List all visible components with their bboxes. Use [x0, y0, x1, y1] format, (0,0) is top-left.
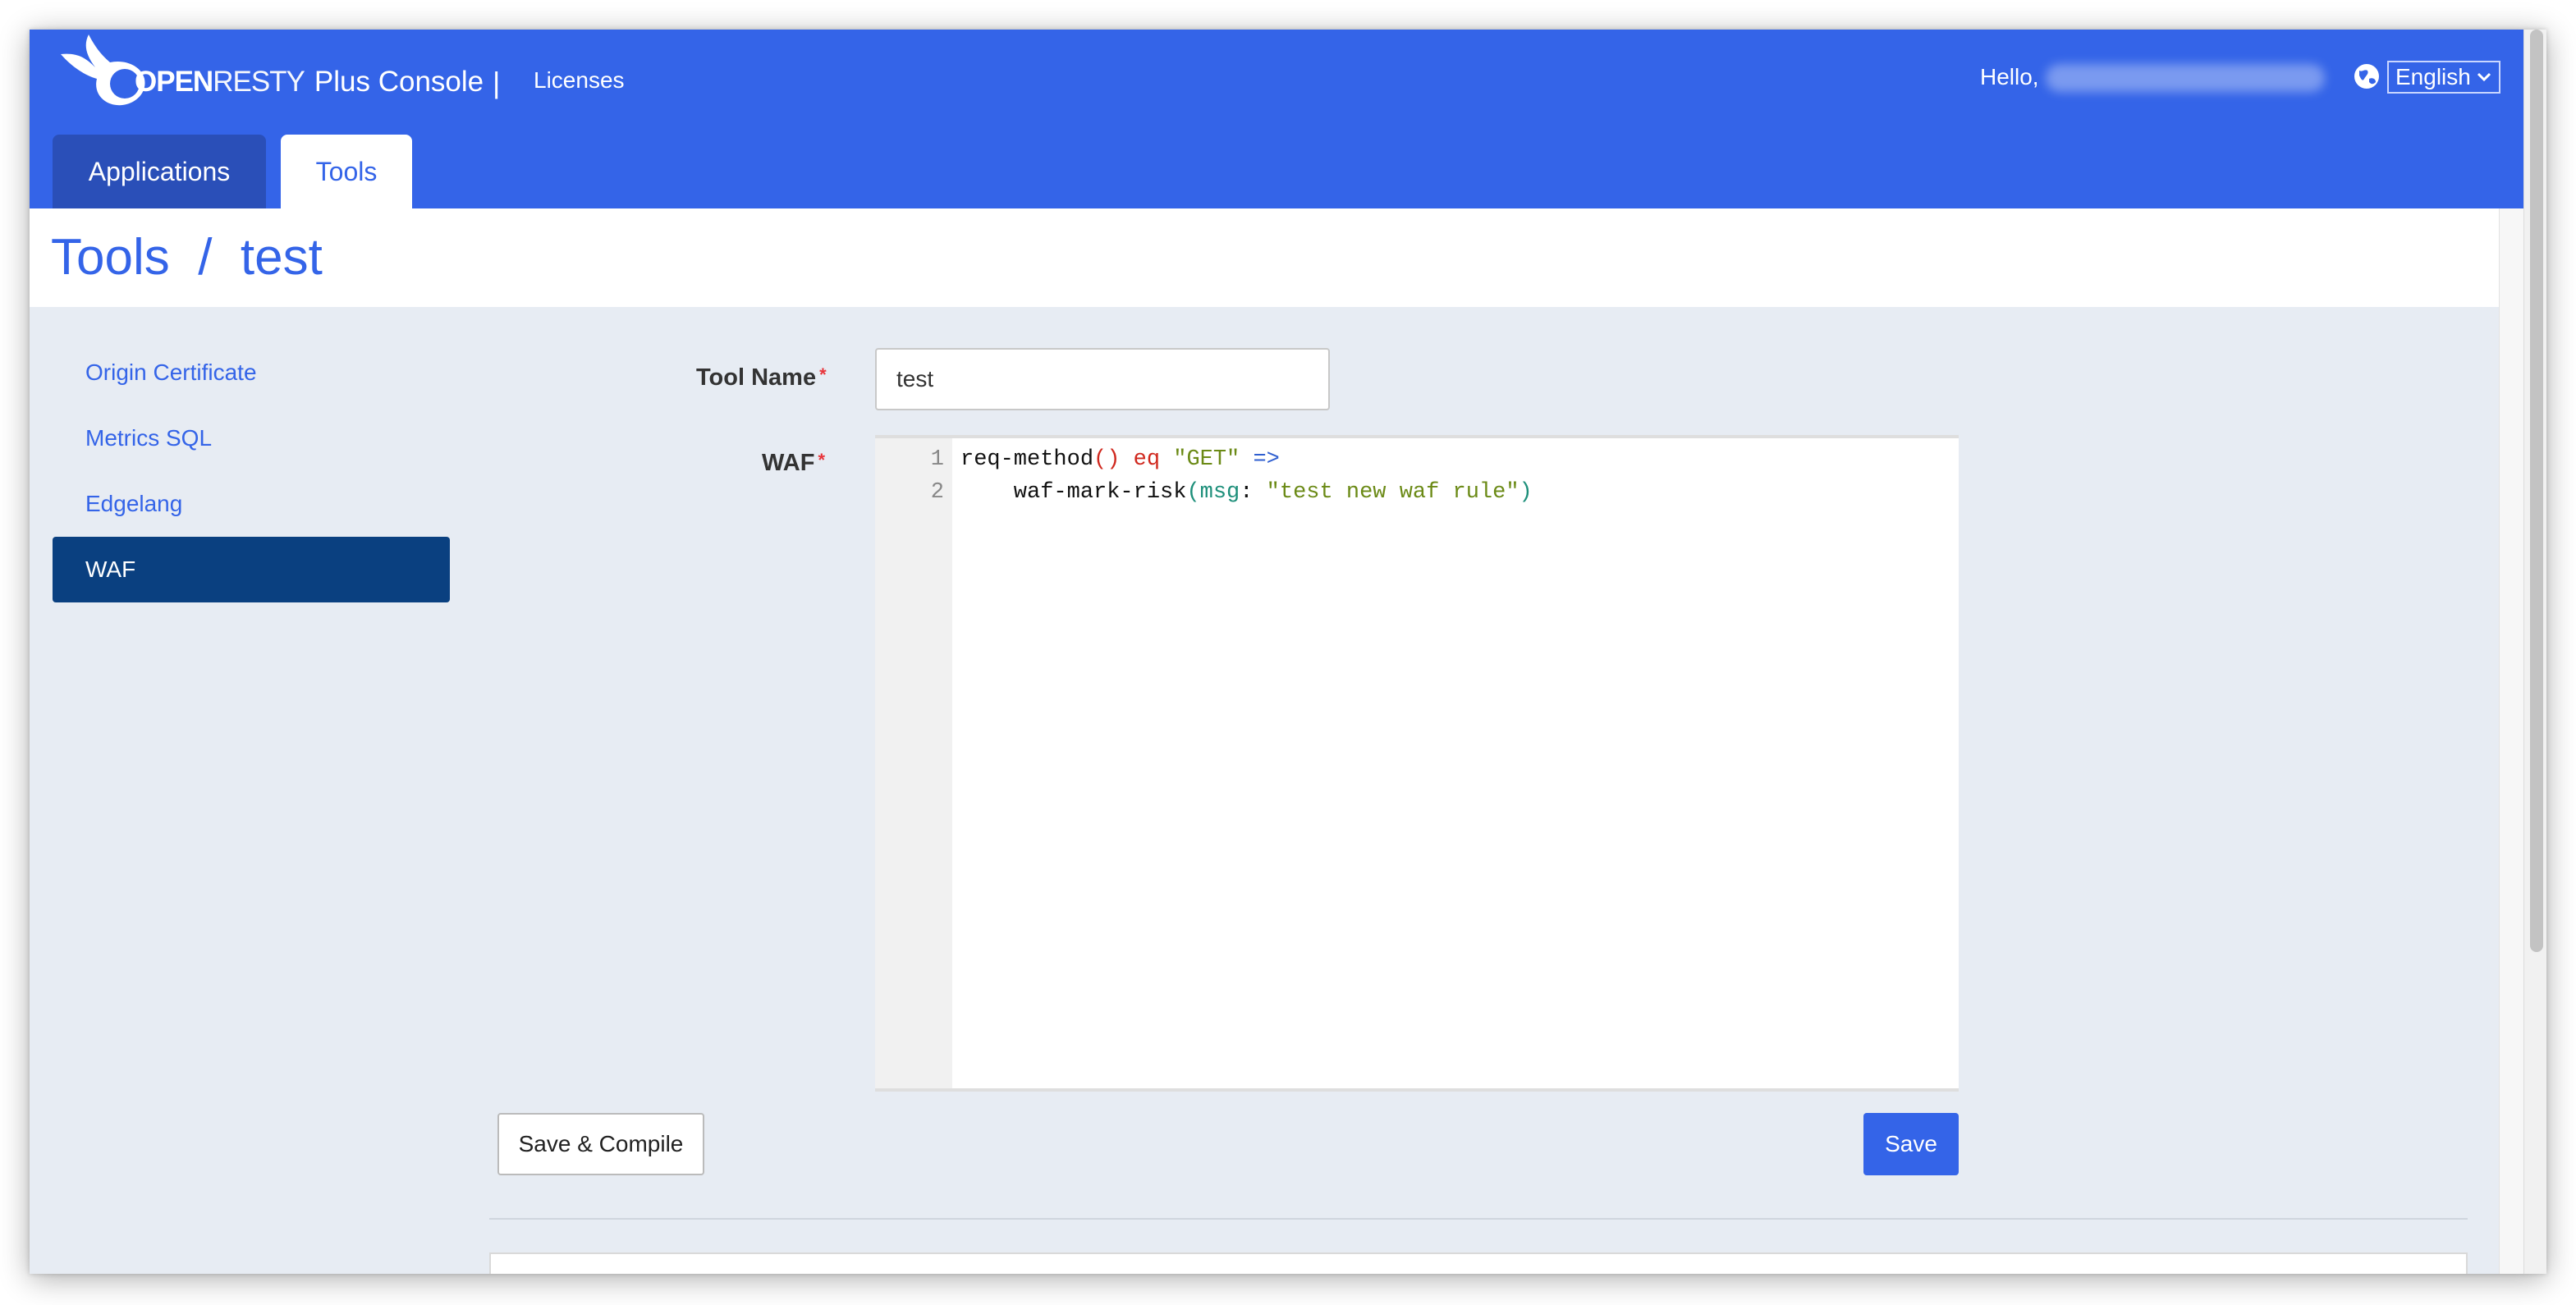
- code-line-2: waf-mark-risk(msg: "test new waf rule"): [960, 480, 1533, 505]
- page-title-bar: Tools / test: [30, 208, 2499, 307]
- tool-name-label: Tool Name *: [696, 364, 827, 392]
- browser-window: OPEN RESTY Plus Console | Licenses Hello…: [30, 30, 2546, 1274]
- sidebar-item-origin-certificate[interactable]: Origin Certificate: [53, 340, 450, 405]
- brand-name[interactable]: OPEN RESTY Plus Console: [135, 66, 484, 115]
- save-compile-button[interactable]: Save & Compile: [497, 1113, 704, 1175]
- brand-console: Plus Console: [314, 66, 484, 98]
- tool-name-label-text: Tool Name: [696, 364, 817, 391]
- hello-greeting: Hello,: [1980, 64, 2039, 89]
- sidebar-item-metrics-sql[interactable]: Metrics SQL: [53, 405, 450, 471]
- top-header: OPEN RESTY Plus Console | Licenses Hello…: [30, 30, 2523, 208]
- tools-sidebar: Origin Certificate Metrics SQL Edgelang …: [53, 340, 450, 602]
- line-number: 1: [930, 447, 944, 472]
- line-number: 2: [930, 480, 944, 505]
- save-button[interactable]: Save: [1863, 1113, 1959, 1175]
- required-mark: *: [819, 364, 827, 385]
- section-divider: [489, 1218, 2468, 1220]
- line-number-gutter: [875, 438, 952, 1088]
- page-title: Tools / test: [51, 229, 323, 286]
- sidebar-item-edgelang[interactable]: Edgelang: [53, 471, 450, 537]
- header-separator: |: [493, 66, 501, 99]
- required-mark: *: [818, 450, 825, 470]
- bottom-panel: [489, 1252, 2468, 1274]
- language-value: English: [2395, 64, 2471, 89]
- brand-open: OPEN: [135, 66, 213, 98]
- inner-scrollbar[interactable]: [2499, 208, 2523, 1274]
- licenses-link[interactable]: Licenses: [534, 67, 625, 94]
- waf-label-text: WAF: [762, 450, 815, 476]
- window-scrollbar[interactable]: [2523, 30, 2546, 1274]
- tab-applications[interactable]: Applications: [53, 135, 266, 208]
- tool-name-input[interactable]: test: [875, 348, 1330, 410]
- globe-icon[interactable]: [2353, 62, 2381, 90]
- code-line: 1 req-method() eq "GET" =>: [875, 443, 1280, 476]
- brand-resty: RESTY: [213, 66, 305, 98]
- sidebar-item-waf[interactable]: WAF: [53, 537, 450, 602]
- redacted-username: [2046, 64, 2325, 92]
- chevron-down-icon: [2477, 72, 2491, 82]
- waf-code-editor[interactable]: 1 req-method() eq "GET" => 2 waf-mark-ri…: [875, 435, 1959, 1092]
- scrollbar-thumb[interactable]: [2530, 30, 2543, 952]
- tab-tools[interactable]: Tools: [281, 135, 412, 208]
- language-select[interactable]: English: [2387, 61, 2500, 94]
- waf-label: WAF *: [762, 450, 825, 477]
- code-line: 2 waf-mark-risk(msg: "test new waf rule"…: [875, 476, 1533, 509]
- code-line-1: req-method() eq "GET" =>: [960, 447, 1280, 472]
